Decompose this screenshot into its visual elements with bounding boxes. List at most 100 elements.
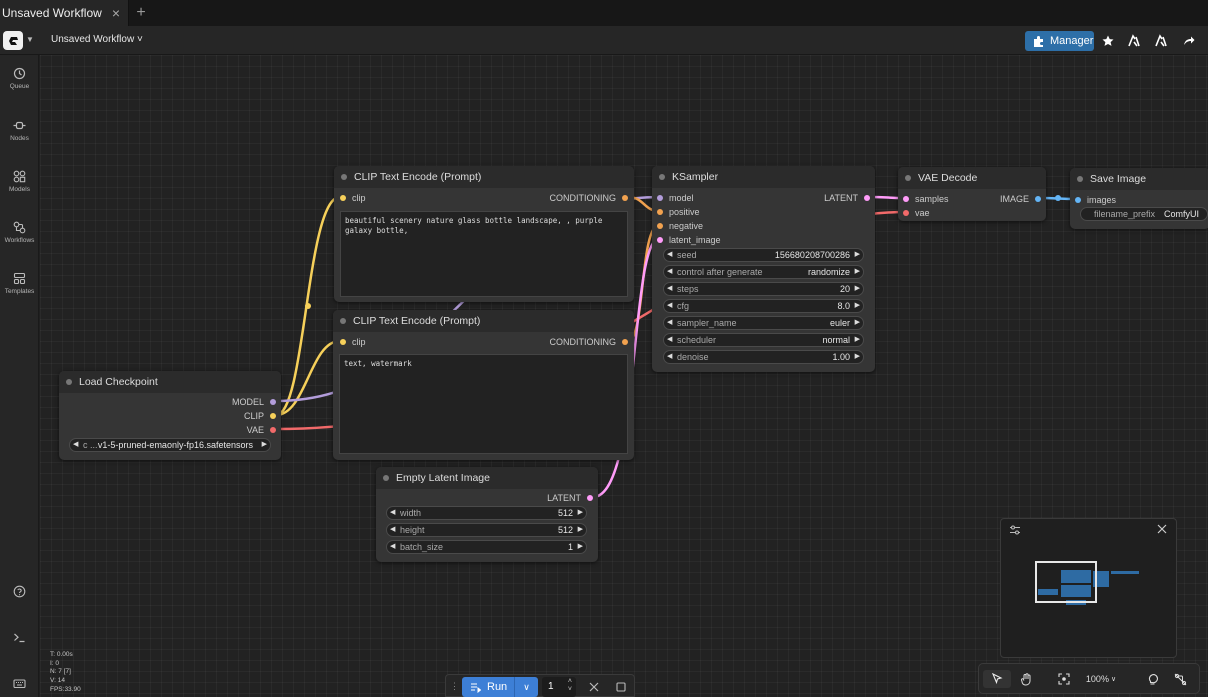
seed-widget[interactable]: ◀ seed 156680208700286 ▶ [663, 248, 864, 262]
vae-input-slot[interactable]: vae [901, 208, 930, 218]
cfg-widget[interactable]: ◀ cfg 8.0 ▶ [663, 299, 864, 313]
latent-output-slot[interactable]: LATENT [547, 493, 595, 503]
comfy-logo-icon[interactable] [3, 31, 23, 50]
denoise-widget[interactable]: ◀ denoise 1.00 ▶ [663, 350, 864, 364]
pin-icon[interactable] [657, 195, 663, 201]
stepper-icon[interactable]: ˄ ˅ [568, 678, 572, 694]
conditioning-output-slot[interactable]: CONDITIONING [550, 193, 631, 203]
pin-icon[interactable] [657, 223, 663, 229]
model-output-slot[interactable]: MODEL [232, 397, 278, 407]
decrement-arrow-icon[interactable]: ◀ [667, 300, 672, 312]
decrement-arrow-icon[interactable]: ◀ [667, 283, 672, 295]
fit-view-icon[interactable] [1053, 670, 1075, 688]
chevron-down-icon[interactable]: ▼ [26, 35, 34, 44]
collapse-dot-icon[interactable] [341, 174, 347, 180]
batch-size-widget[interactable]: ◀ batch_size 1 ▶ [386, 540, 587, 554]
decrement-arrow-icon[interactable]: ◀ [667, 351, 672, 363]
load-checkpoint-node[interactable]: Load Checkpoint MODEL CLIP VAE ◀ c ... v1-… [59, 371, 281, 460]
manager-button[interactable]: Manager [1025, 31, 1094, 51]
clip-text-encode-negative-node[interactable]: CLIP Text Encode (Prompt) clip CONDITION… [333, 310, 634, 460]
stop-icon[interactable] [616, 682, 626, 692]
checkpoint-name-widget[interactable]: ◀ c ... v1-5-pruned-emaonly-fp16.safetenso… [69, 438, 271, 452]
increment-arrow-icon[interactable]: ▶ [855, 283, 860, 295]
ksampler-node[interactable]: KSampler model positive negative latent_… [652, 166, 875, 372]
width-widget[interactable]: ◀ width 512 ▶ [386, 506, 587, 520]
pin-icon[interactable] [864, 195, 870, 201]
decrement-arrow-icon[interactable]: ◀ [390, 507, 395, 519]
image-output-slot[interactable]: IMAGE [1000, 194, 1043, 204]
sidebar-item-nodes[interactable]: Nodes [0, 119, 39, 142]
pin-icon[interactable] [340, 195, 346, 201]
terminal-icon[interactable] [0, 631, 39, 644]
latent-image-input-slot[interactable]: latent_image [655, 235, 721, 245]
add-tab-button[interactable]: + [129, 0, 153, 26]
collapse-dot-icon[interactable] [659, 174, 665, 180]
select-pointer-icon[interactable] [983, 670, 1011, 688]
pin-icon[interactable] [622, 339, 628, 345]
control-after-generate-widget[interactable]: ◀ control after generate randomize ▶ [663, 265, 864, 279]
decrement-arrow-icon[interactable]: ◀ [667, 317, 672, 329]
cancel-icon[interactable] [589, 682, 599, 692]
node-title[interactable]: CLIP Text Encode (Prompt) [333, 310, 634, 332]
pin-icon[interactable] [657, 209, 663, 215]
save-image-node[interactable]: Save Image images filename_prefix ComfyUI [1070, 168, 1208, 229]
model-input-slot[interactable]: model [655, 193, 694, 203]
pin-icon[interactable] [657, 237, 663, 243]
collapse-dot-icon[interactable] [340, 318, 346, 324]
increment-arrow-icon[interactable]: ▶ [578, 507, 583, 519]
positive-input-slot[interactable]: positive [655, 207, 700, 217]
node-title[interactable]: Empty Latent Image [376, 467, 598, 489]
sidebar-item-workflows[interactable]: Workflows [0, 221, 39, 244]
node-title[interactable]: VAE Decode [898, 167, 1046, 189]
minimap-panel[interactable] [1000, 518, 1177, 658]
images-input-slot[interactable]: images [1073, 195, 1116, 205]
increment-arrow-icon[interactable]: ▶ [855, 300, 860, 312]
pin-icon[interactable] [270, 413, 276, 419]
prompt-textarea[interactable]: beautiful scenery nature glass bottle la… [340, 211, 628, 297]
decrement-arrow-icon[interactable]: ◀ [667, 266, 672, 278]
close-icon[interactable] [1157, 524, 1167, 534]
collapse-dot-icon[interactable] [905, 175, 911, 181]
pin-icon[interactable] [340, 339, 346, 345]
empty-latent-image-node[interactable]: Empty Latent Image LATENT ◀ width 512 ▶ ◀ he… [376, 467, 598, 562]
node-title[interactable]: KSampler [652, 166, 875, 188]
decrement-arrow-icon[interactable]: ◀ [667, 334, 672, 346]
vae-output-slot[interactable]: VAE [247, 425, 278, 435]
share-icon[interactable] [1180, 32, 1198, 50]
workflow-tab[interactable]: Unsaved Workflow × [0, 0, 130, 26]
pin-icon[interactable] [1075, 197, 1081, 203]
decrement-arrow-icon[interactable]: ◀ [73, 439, 78, 451]
collapse-dot-icon[interactable] [1077, 176, 1083, 182]
increment-arrow-icon[interactable]: ▶ [855, 317, 860, 329]
minimap-viewport[interactable] [1035, 561, 1097, 603]
decrement-arrow-icon[interactable]: ◀ [390, 541, 395, 553]
hand-pan-icon[interactable] [1015, 670, 1037, 688]
pin-icon[interactable] [903, 196, 909, 202]
zoom-dropdown[interactable]: 100% ∨ [1081, 670, 1121, 688]
collapse-dot-icon[interactable] [66, 379, 72, 385]
conditioning-output-slot[interactable]: CONDITIONING [550, 337, 631, 347]
decrement-arrow-icon[interactable]: ◀ [667, 249, 672, 261]
help-icon[interactable] [0, 585, 39, 598]
collapse-dot-icon[interactable] [383, 475, 389, 481]
increment-arrow-icon[interactable]: ▶ [855, 249, 860, 261]
increment-arrow-icon[interactable]: ▶ [855, 334, 860, 346]
sidebar-item-queue[interactable]: Queue [0, 67, 39, 90]
increment-arrow-icon[interactable]: ▶ [578, 541, 583, 553]
samples-input-slot[interactable]: samples [901, 194, 949, 204]
pin-icon[interactable] [270, 399, 276, 405]
latent-output-slot[interactable]: LATENT [824, 193, 872, 203]
clip-text-encode-positive-node[interactable]: CLIP Text Encode (Prompt) clip CONDITION… [334, 166, 634, 302]
sidebar-item-models[interactable]: Models [0, 170, 39, 193]
steps-widget[interactable]: ◀ steps 20 ▶ [663, 282, 864, 296]
clip-input-slot[interactable]: clip [338, 193, 366, 203]
clip-output-slot[interactable]: CLIP [244, 411, 278, 421]
increment-arrow-icon[interactable]: ▶ [855, 266, 860, 278]
lightbulb-icon[interactable] [1143, 670, 1161, 688]
hide-links-icon[interactable] [1170, 670, 1190, 688]
pin-icon[interactable] [903, 210, 909, 216]
increment-arrow-icon[interactable]: ▶ [262, 439, 267, 451]
height-widget[interactable]: ◀ height 512 ▶ [386, 523, 587, 537]
run-button[interactable]: Run ∨ [462, 677, 538, 697]
vae-decode-node[interactable]: VAE Decode samples vae IMAGE [898, 167, 1046, 221]
